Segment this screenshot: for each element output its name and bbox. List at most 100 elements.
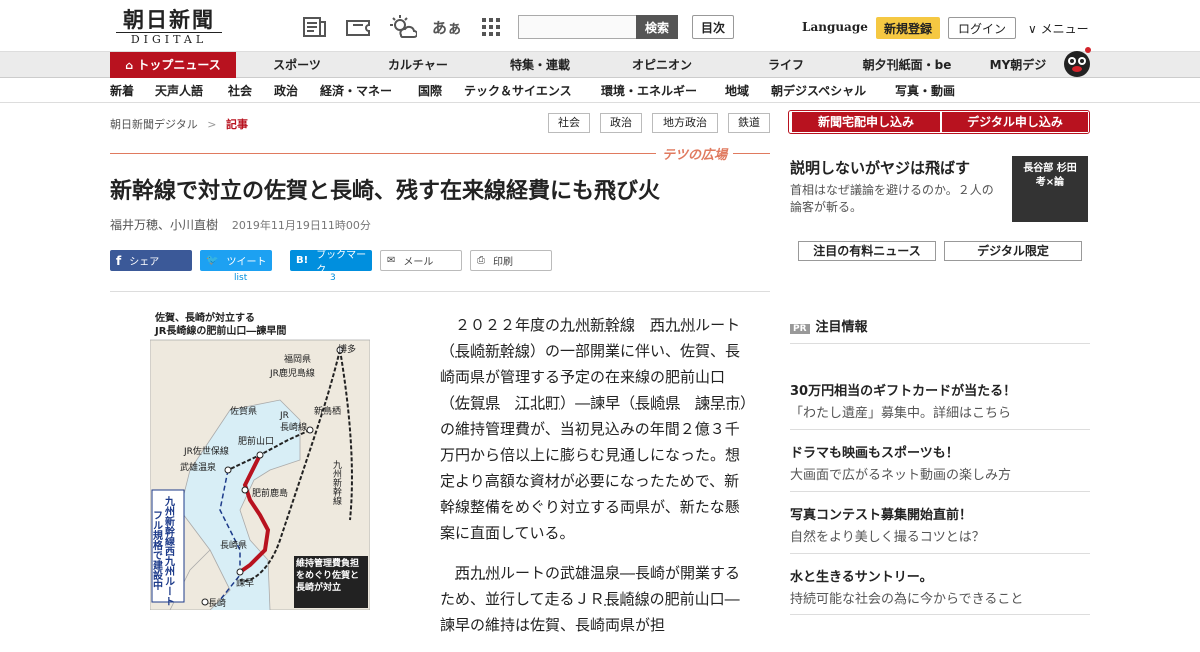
station-hizenkashima (241, 486, 249, 494)
article-title: 新幹線で対立の佐賀と長崎、残す在来線経費にも飛び火 (110, 179, 661, 204)
header-icon-group: あぁ (300, 14, 506, 40)
subnav-photo[interactable]: 写真・動画 (895, 79, 955, 103)
tag-society[interactable]: 社会 (548, 113, 590, 133)
subnav-society[interactable]: 社会 (228, 79, 252, 103)
mail-icon: ✉ (387, 255, 396, 266)
tweet-count[interactable]: list (234, 273, 247, 283)
ad-desc[interactable]: 「わたし遺産」募集中。詳細はこちら (790, 402, 1011, 421)
nav-culture[interactable]: カルチャー (368, 52, 468, 78)
subnav-international[interactable]: 国際 (418, 79, 442, 103)
subnav-environment[interactable]: 環境・エネルギー (601, 79, 697, 103)
subnav-latest[interactable]: 新着 (110, 79, 134, 103)
register-button[interactable]: 新規登録 (876, 17, 940, 39)
main-nav: ⌂ トップニュース スポーツ カルチャー 特集・連載 オピニオン ライフ 朝夕刊… (0, 47, 1200, 78)
facebook-icon: f (116, 253, 122, 268)
language-link[interactable]: Language (802, 20, 868, 34)
tweet-button[interactable]: 🐦 ツイート (200, 250, 272, 271)
subnav-special[interactable]: 朝デジスペシャル (771, 79, 866, 103)
subnav-tech[interactable]: テック＆サイエンス (464, 79, 572, 103)
label-hakata: 博多 (338, 343, 356, 355)
weather-icon[interactable] (388, 14, 418, 40)
label-nagasaki-line: 長崎線 (280, 421, 307, 433)
label-kyushu-shinkansen: 九州新幹線 (331, 460, 342, 505)
ad-desc[interactable]: 自然をより美しく撮るコツとは？ (790, 526, 985, 545)
ad-divider (790, 343, 1090, 344)
nav-newspaper[interactable]: 朝夕刊紙面・be (852, 52, 962, 78)
home-icon: ⌂ (125, 59, 134, 72)
link-saga-pref[interactable]: 佐賀県 (455, 394, 500, 412)
ad-title[interactable]: ドラマも映画もスポーツも！ (790, 442, 959, 461)
menu-label: メニュー (1040, 22, 1089, 36)
menu-button[interactable]: ∨ メニュー (1028, 20, 1089, 37)
nav-features[interactable]: 特集・連載 (490, 52, 590, 78)
facebook-share-label: シェア (129, 257, 160, 268)
print-button[interactable]: ⎙ 印刷 (470, 250, 552, 271)
tab-premium-news[interactable]: 注目の有料ニュース (798, 241, 936, 261)
corner-label[interactable]: テツの広場 (656, 144, 734, 163)
subnav-politics[interactable]: 政治 (274, 79, 298, 103)
paragraph-1: ２０２２年度の九州新幹線 西九州ルート（長崎新幹線）の一部開業に伴い、佐賀、長崎… (440, 312, 750, 546)
nav-sports[interactable]: スポーツ (252, 52, 342, 78)
hatena-label: ブックマーク (316, 249, 367, 276)
breadcrumb-current: 記事 (226, 118, 248, 131)
ad-desc[interactable]: 持続可能な社会の為に今からできること (790, 588, 1023, 607)
subnav-tenseijingo[interactable]: 天声人語 (155, 79, 203, 103)
link-kyushu-shinkansen[interactable]: 九州新幹線 (560, 316, 635, 334)
label-saga: 佐賀県 (230, 405, 257, 417)
contents-button[interactable]: 目次 (692, 15, 734, 39)
mascot-icon[interactable] (1060, 44, 1094, 78)
font-size-label: あぁ (432, 18, 463, 37)
tag-politics[interactable]: 政治 (600, 113, 642, 133)
grid-icon[interactable] (476, 14, 506, 40)
ad-title[interactable]: 水と生きるサントリー。 (790, 566, 933, 585)
nav-life[interactable]: ライフ (736, 52, 836, 78)
breadcrumb-home[interactable]: 朝日新聞デジタル (110, 118, 198, 131)
feature-badge[interactable]: 長谷部 杉田 考×論 (1012, 156, 1088, 222)
link-nagasaki-shinkansen[interactable]: 長崎新幹線 (455, 342, 530, 360)
print-icon: ⎙ (477, 255, 485, 266)
label-sasebo-line: JR佐世保線 (183, 445, 229, 457)
search-input[interactable] (518, 15, 636, 39)
ad-title[interactable]: 写真コンテスト募集開始直前！ (790, 504, 972, 523)
feature-badge-text: 長谷部 杉田 考×論 (1023, 163, 1077, 188)
link-nagasaki-pref[interactable]: 長崎県 (635, 394, 680, 412)
font-size-icon[interactable]: あぁ (432, 14, 462, 40)
link-nishi-kyushu[interactable]: 西九州 (650, 316, 695, 334)
link-nishi-kyushu-2[interactable]: 西九州 (455, 564, 500, 582)
nav-my-asadigi[interactable]: MY朝デジ (980, 52, 1056, 78)
nav-opinion[interactable]: オピニオン (612, 52, 712, 78)
print-label: 印刷 (493, 257, 513, 268)
login-button[interactable]: ログイン (948, 17, 1016, 39)
ticket-icon[interactable] (344, 14, 374, 40)
article-byline: 福井万穂、小川直樹 2019年11月19日11時00分 (110, 216, 371, 233)
subnav-economy[interactable]: 経済・マネー (320, 79, 392, 103)
tab-digital-only[interactable]: デジタル限定 (944, 241, 1082, 261)
newspaper-subscribe-button[interactable]: 新聞宅配申し込み (792, 112, 940, 132)
tag-local-politics[interactable]: 地方政治 (652, 113, 718, 133)
subnav-region[interactable]: 地域 (725, 79, 749, 103)
digital-subscribe-button[interactable]: デジタル申し込み (942, 112, 1088, 132)
link-kohoku[interactable]: 江北町 (515, 394, 560, 412)
ad-divider (790, 491, 1090, 492)
facebook-share-button[interactable]: f シェア (110, 250, 192, 271)
hatena-bookmark-button[interactable]: B! ブックマーク (290, 250, 372, 276)
mail-button[interactable]: ✉ メール (380, 250, 462, 271)
search-button[interactable]: 検索 (636, 15, 678, 39)
pr-tag: PR (790, 324, 810, 334)
link-isahaya-city[interactable]: 諫早市 (695, 394, 740, 412)
site-header: 朝日新聞 DIGITAL あぁ 検索 目次 Language 新規登録 ログイン… (0, 0, 1200, 52)
ad-divider (790, 429, 1090, 430)
newspaper-icon[interactable] (300, 14, 330, 40)
feature-title[interactable]: 説明しないがヤジは飛ばす (790, 157, 970, 178)
hatena-count[interactable]: 3 (330, 273, 336, 283)
site-logo[interactable]: 朝日新聞 DIGITAL (110, 8, 228, 48)
ad-desc[interactable]: 大画面で広がるネット動画の楽しみ方 (790, 464, 1011, 483)
map-title-1: 佐賀、長崎が対立する (154, 311, 255, 324)
label-hizenkashima: 肥前鹿島 (252, 487, 288, 499)
tag-railway[interactable]: 鉄道 (728, 113, 770, 133)
ad-title[interactable]: 30万円相当のギフトカードが当たる！ (790, 380, 1016, 399)
paragraph-2: 西九州ルートの武雄温泉―長崎が開業するため、並行して走るＪＲ長崎線の肥前山口―諫… (440, 560, 750, 638)
feature-text[interactable]: 首相はなぜ議論を避けるのか。２人の論客が斬る。 (790, 182, 1005, 216)
link-nagasaki-line[interactable]: 長崎線 (605, 590, 650, 608)
nav-top-news[interactable]: ⌂ トップニュース (110, 52, 236, 78)
